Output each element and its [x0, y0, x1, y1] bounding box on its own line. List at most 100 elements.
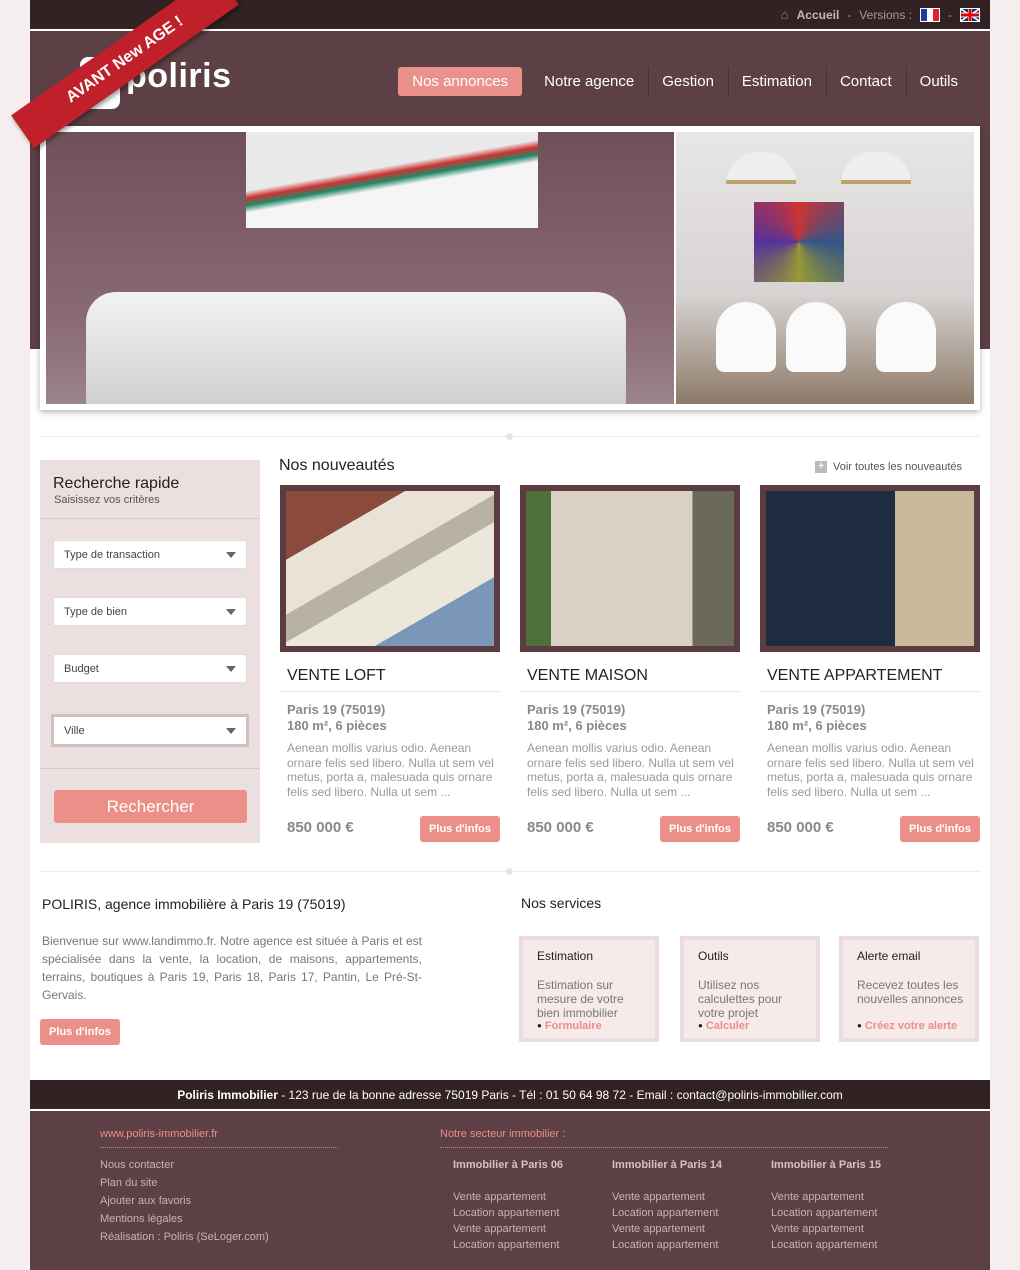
service-link[interactable]: Formulaire — [537, 1020, 602, 1032]
listing-description: Aenean mollis varius odio. Aenean ornare… — [767, 741, 974, 799]
listing-location: Paris 19 (75019) — [287, 702, 386, 717]
listing-location: Paris 19 (75019) — [767, 702, 866, 717]
footer-link[interactable]: Plan du site — [100, 1177, 157, 1189]
service-title: Outils — [698, 949, 729, 963]
home-link[interactable]: Accueil — [797, 8, 840, 22]
listing-card: VENTE MAISON Paris 19 (75019) 180 m², 6 … — [520, 485, 740, 845]
hero-banner — [40, 126, 980, 410]
nav-notre-agence[interactable]: Notre agence — [530, 67, 648, 96]
chevron-down-icon — [226, 609, 236, 615]
city-select[interactable]: Ville — [51, 714, 249, 747]
news-title: Nos nouveautés — [279, 457, 395, 474]
company-name: Poliris Immobilier — [177, 1088, 278, 1102]
service-description: Estimation sur mesure de votre bien immo… — [537, 978, 624, 1020]
sector-link[interactable]: Vente appartement — [771, 1223, 864, 1235]
service-box-outils: Outils Utilisez nos calculettes pour vot… — [680, 936, 820, 1042]
footer-link[interactable]: Mentions légales — [100, 1213, 183, 1225]
main-nav: Nos annonces Notre agence Gestion Estima… — [398, 67, 972, 97]
listing-photo[interactable] — [280, 485, 500, 652]
listing-price: 850 000 € — [287, 819, 354, 836]
service-box-estimation: Estimation Estimation sur mesure de votr… — [519, 936, 659, 1042]
sector-link[interactable]: Location appartement — [612, 1239, 718, 1251]
listing-type: VENTE APPARTEMENT — [767, 667, 943, 684]
listing-type: VENTE MAISON — [527, 667, 648, 684]
services-title: Nos services — [521, 895, 602, 911]
nav-nos-annonces[interactable]: Nos annonces — [398, 67, 523, 96]
listing-photo[interactable] — [520, 485, 740, 652]
sector-link[interactable]: Vente appartement — [771, 1191, 864, 1203]
english-flag-icon[interactable] — [960, 7, 980, 22]
more-info-button[interactable]: Plus d'infos — [660, 816, 740, 842]
french-flag-icon[interactable] — [920, 7, 940, 22]
sector-column-title[interactable]: Immobilier à Paris 06 — [453, 1159, 563, 1171]
service-title: Estimation — [537, 949, 594, 963]
sector-column-title[interactable]: Immobilier à Paris 14 — [612, 1159, 722, 1171]
chevron-down-icon — [226, 552, 236, 558]
listing-photo[interactable] — [760, 485, 980, 652]
footer-link[interactable]: Ajouter aux favoris — [100, 1195, 191, 1207]
nav-contact[interactable]: Contact — [825, 67, 906, 97]
versions-label: Versions : — [859, 7, 912, 22]
sector-link[interactable]: Vente appartement — [612, 1223, 705, 1235]
footer-site-link[interactable]: www.poliris-immobilier.fr — [100, 1128, 218, 1140]
footer-link[interactable]: Réalisation : Poliris (SeLoger.com) — [100, 1231, 269, 1243]
budget-select[interactable]: Budget — [53, 654, 247, 683]
sector-link[interactable]: Vente appartement — [612, 1191, 705, 1203]
more-info-button[interactable]: Plus d'infos — [900, 816, 980, 842]
about-title: POLIRIS, agence immobilière à Paris 19 (… — [42, 896, 346, 912]
search-subtitle: Saisissez vos critères — [54, 494, 160, 506]
address-bar: Poliris Immobilier - 123 rue de la bonne… — [30, 1080, 990, 1109]
page: ⌂ Accueil - Versions : - ô poliris Nos a… — [11, 0, 990, 1270]
hero-image — [46, 132, 974, 404]
home-icon[interactable]: ⌂ — [781, 7, 789, 22]
sector-column-title[interactable]: Immobilier à Paris 15 — [771, 1159, 881, 1171]
quick-search-panel: Recherche rapide Saisissez vos critères … — [40, 460, 260, 843]
listing-description: Aenean mollis varius odio. Aenean ornare… — [527, 741, 734, 799]
service-link[interactable]: Calculer — [698, 1020, 749, 1032]
sector-link[interactable]: Location appartement — [612, 1207, 718, 1219]
sector-link[interactable]: Location appartement — [453, 1207, 559, 1219]
listing-size: 180 m², 6 pièces — [767, 718, 867, 733]
service-title: Alerte email — [857, 949, 921, 963]
service-description: Utilisez nos calculettes pour votre proj… — [698, 978, 783, 1020]
sector-link[interactable]: Vente appartement — [453, 1191, 546, 1203]
search-title: Recherche rapide — [53, 475, 180, 492]
transaction-type-select[interactable]: Type de transaction — [53, 540, 247, 569]
listing-description: Aenean mollis varius odio. Aenean ornare… — [287, 741, 494, 799]
listing-price: 850 000 € — [527, 819, 594, 836]
sector-link[interactable]: Location appartement — [771, 1239, 877, 1251]
sector-title: Notre secteur immobilier : — [440, 1128, 566, 1140]
search-button[interactable]: Rechercher — [54, 790, 247, 823]
see-all-news-link[interactable]: + Voir toutes les nouveautés — [815, 461, 962, 473]
divider — [40, 433, 980, 440]
sector-link[interactable]: Location appartement — [453, 1239, 559, 1251]
company-address: - 123 rue de la bonne adresse 75019 Pari… — [277, 1088, 843, 1102]
listing-size: 180 m², 6 pièces — [287, 718, 387, 733]
footer-link[interactable]: Nous contacter — [100, 1159, 174, 1171]
property-type-select[interactable]: Type de bien — [53, 597, 247, 626]
separator: - — [948, 7, 952, 22]
nav-gestion[interactable]: Gestion — [648, 67, 728, 97]
listing-location: Paris 19 (75019) — [527, 702, 626, 717]
service-box-alerte: Alerte email Recevez toutes les nouvelle… — [839, 936, 979, 1042]
listing-type: VENTE LOFT — [287, 667, 386, 684]
service-link[interactable]: Créez votre alerte — [857, 1020, 957, 1032]
about-more-info-button[interactable]: Plus d'infos — [40, 1019, 120, 1045]
footer: www.poliris-immobilier.fr Nous contacter… — [30, 1111, 990, 1270]
sector-link[interactable]: Location appartement — [771, 1207, 877, 1219]
more-info-button[interactable]: Plus d'infos — [420, 816, 500, 842]
separator: - — [847, 7, 852, 22]
nav-estimation[interactable]: Estimation — [727, 67, 826, 97]
service-description: Recevez toutes les nouvelles annonces — [857, 978, 964, 1006]
chevron-down-icon — [226, 666, 236, 672]
sector-link[interactable]: Vente appartement — [453, 1223, 546, 1235]
about-text: Bienvenue sur www.landimmo.fr. Notre age… — [42, 934, 422, 1002]
nav-outils[interactable]: Outils — [905, 67, 972, 97]
listing-card: VENTE APPARTEMENT Paris 19 (75019) 180 m… — [760, 485, 980, 845]
listing-card: VENTE LOFT Paris 19 (75019) 180 m², 6 pi… — [280, 485, 500, 845]
chevron-down-icon — [226, 728, 236, 734]
plus-icon: + — [815, 461, 827, 473]
listing-size: 180 m², 6 pièces — [527, 718, 627, 733]
listing-price: 850 000 € — [767, 819, 834, 836]
divider — [40, 868, 980, 875]
